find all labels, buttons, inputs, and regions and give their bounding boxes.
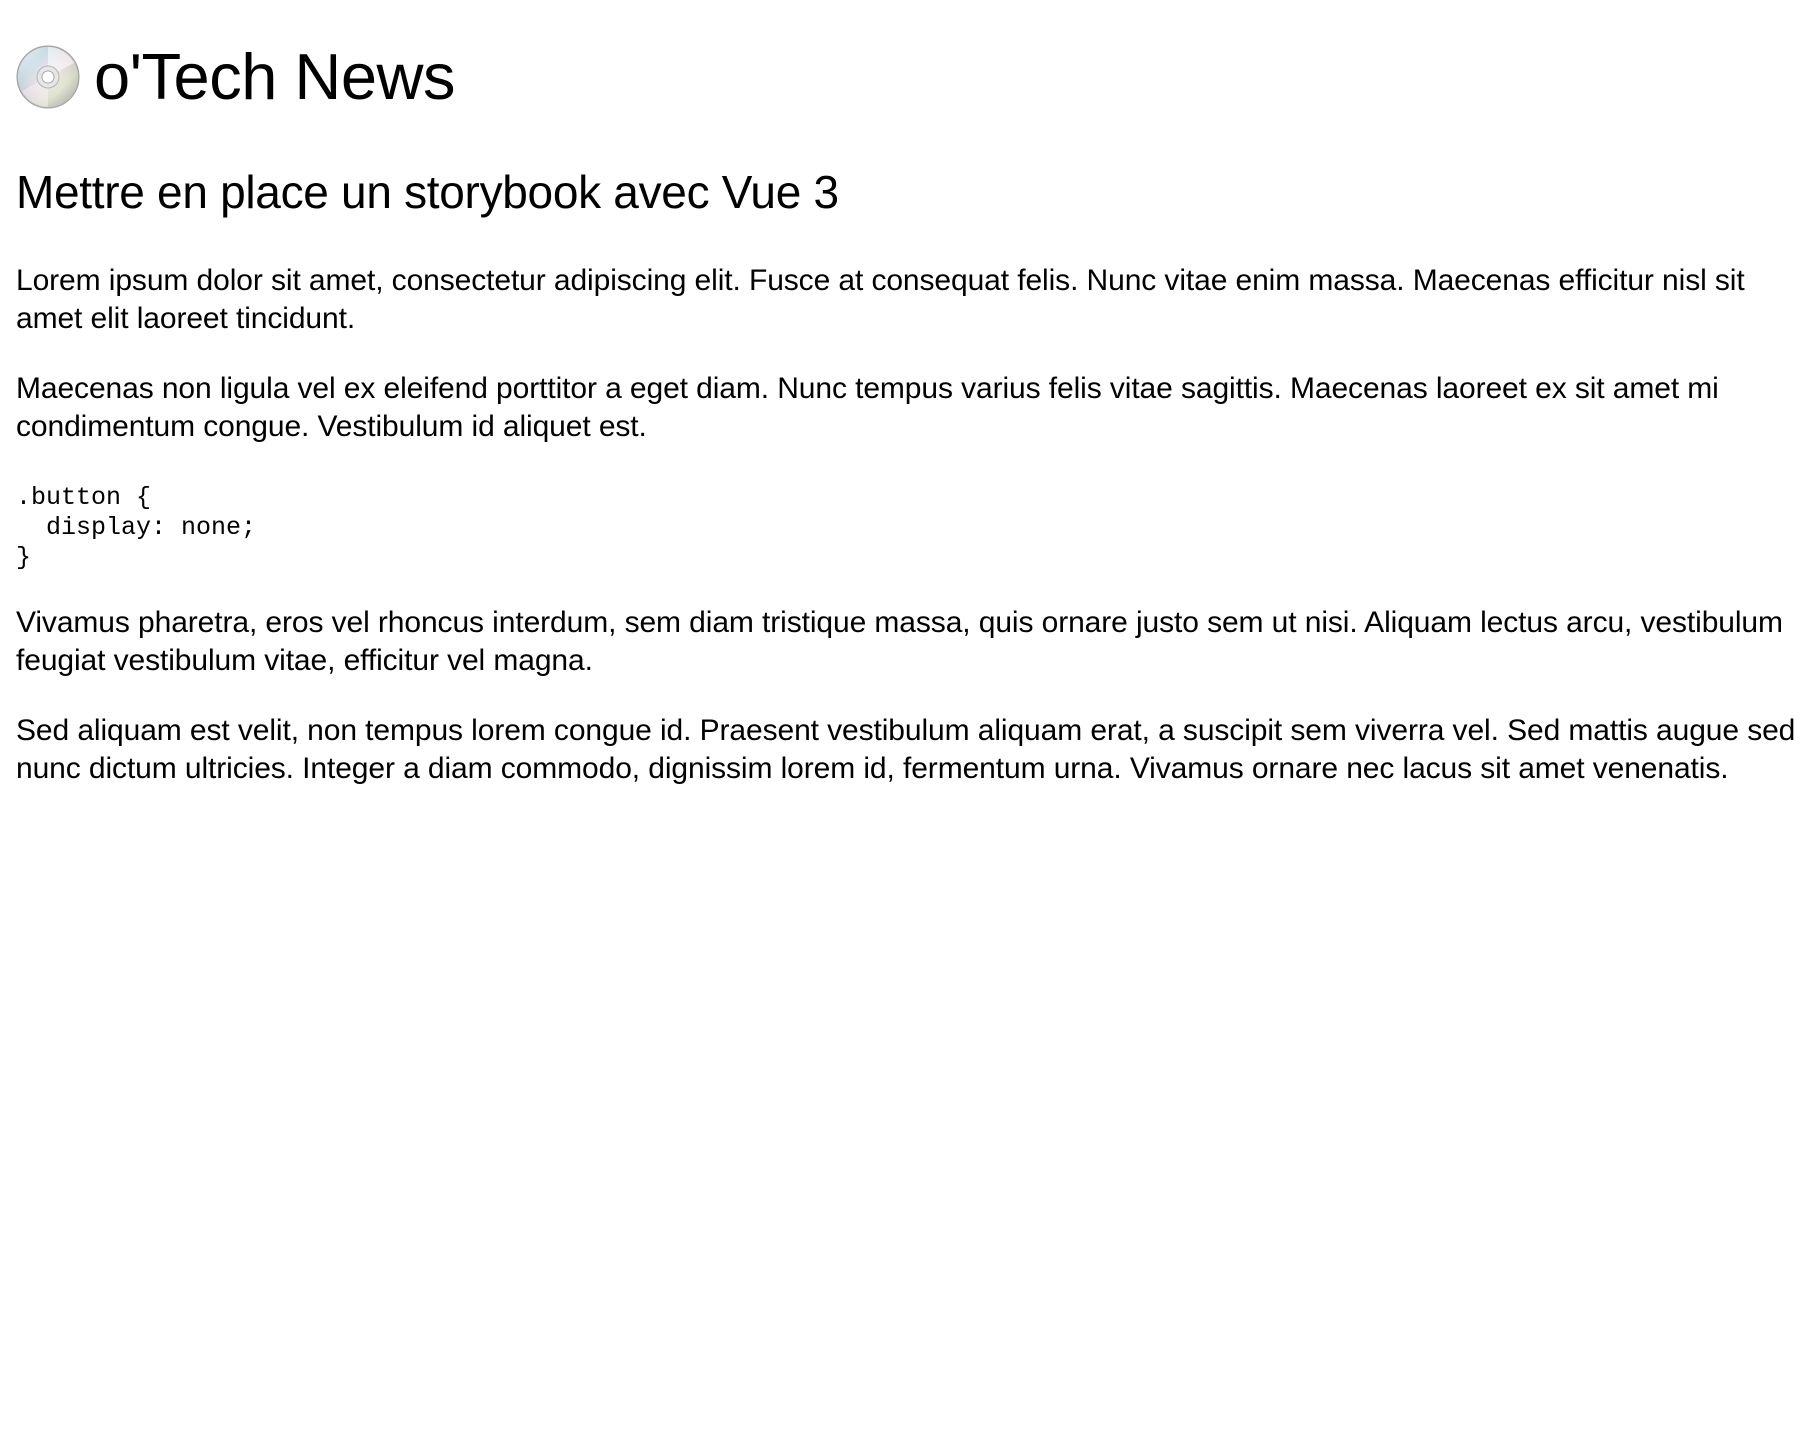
article-paragraph: Vivamus pharetra, eros vel rhoncus inter… xyxy=(16,606,1783,677)
article-title: Mettre en place un storybook avec Vue 3 xyxy=(16,166,839,218)
code-block: .button { display: none; } xyxy=(16,483,257,572)
article-paragraph: Sed aliquam est velit, non tempus lorem … xyxy=(16,714,1796,785)
cd-disc-icon xyxy=(16,45,80,109)
article: Mettre en place un storybook avec Vue 3 … xyxy=(16,164,1806,788)
article-paragraph: Maecenas non ligula vel ex eleifend port… xyxy=(16,372,1719,443)
site-title: o'Tech News xyxy=(94,40,455,113)
site-header: o'Tech News xyxy=(16,37,1806,117)
article-paragraph: Lorem ipsum dolor sit amet, consectetur … xyxy=(16,264,1745,335)
page: o'Tech News Mettre en place un storybook… xyxy=(16,0,1806,788)
